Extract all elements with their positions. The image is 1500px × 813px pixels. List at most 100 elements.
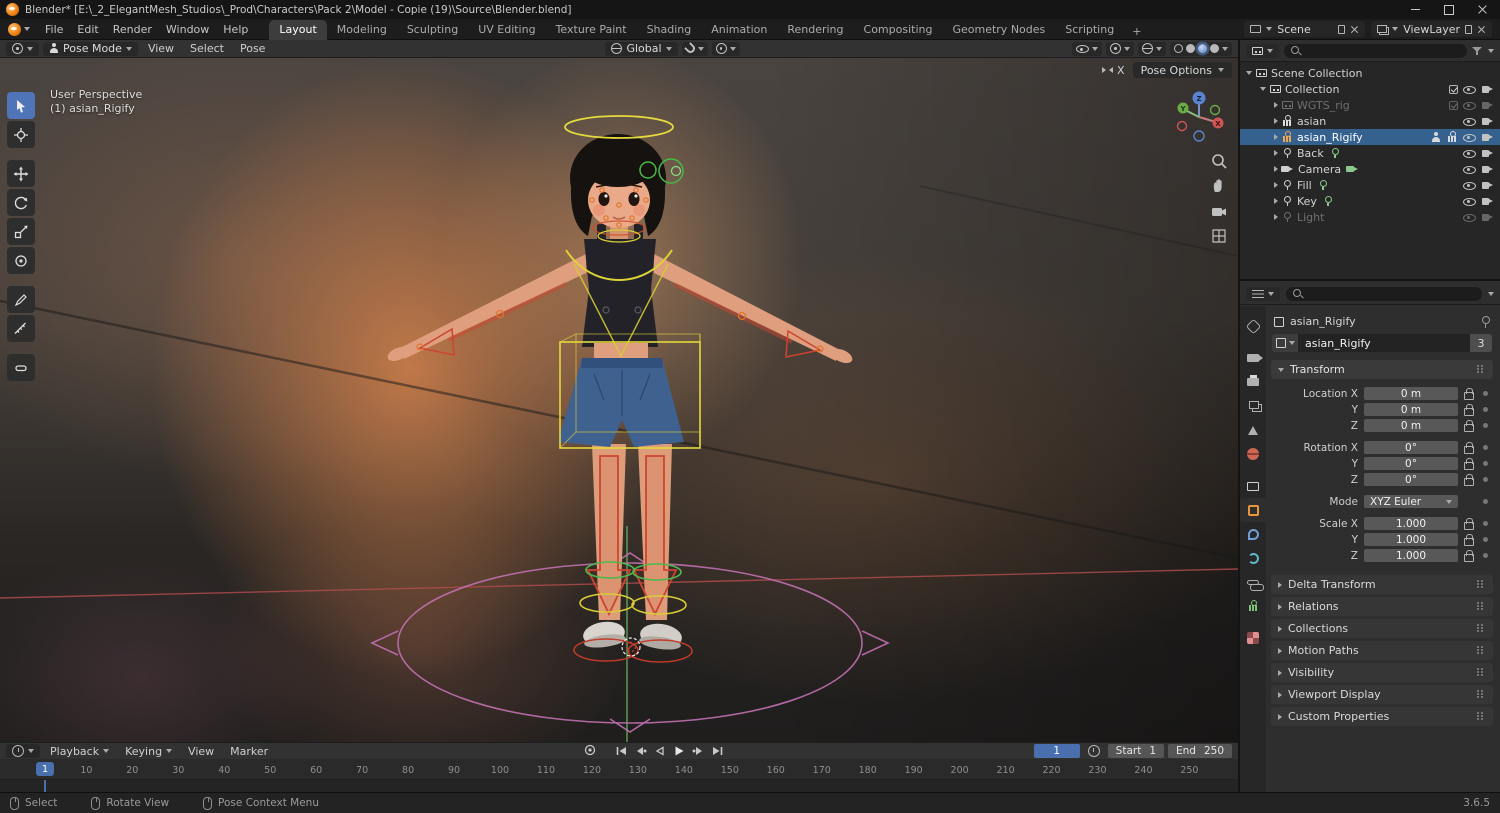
render-camera-icon[interactable] bbox=[1481, 180, 1495, 191]
expand-icon[interactable] bbox=[1246, 71, 1252, 75]
visibility-dropdown[interactable] bbox=[1072, 41, 1102, 56]
tab-uv-editing[interactable]: UV Editing bbox=[468, 20, 545, 40]
new-viewlayer-icon[interactable] bbox=[1465, 24, 1472, 34]
animate-dot[interactable] bbox=[1483, 521, 1488, 526]
menu-keying[interactable]: Keying bbox=[119, 745, 178, 758]
mode-dropdown[interactable]: Pose Mode bbox=[43, 41, 138, 56]
lock-icon[interactable] bbox=[1464, 420, 1474, 432]
tab-world[interactable] bbox=[1240, 442, 1266, 466]
outliner-row-asian[interactable]: asian bbox=[1240, 113, 1500, 129]
timeline-editor-type-button[interactable] bbox=[6, 744, 40, 758]
tab-rendering[interactable]: Rendering bbox=[777, 20, 853, 40]
next-keyframe-button[interactable] bbox=[692, 745, 705, 757]
render-camera-icon[interactable] bbox=[1481, 212, 1495, 223]
previous-keyframe-button[interactable] bbox=[634, 745, 647, 757]
tab-object-data[interactable] bbox=[1240, 594, 1266, 618]
outliner-search-input[interactable] bbox=[1284, 43, 1467, 58]
visibility-eye-icon[interactable] bbox=[1463, 212, 1476, 223]
tab-compositing[interactable]: Compositing bbox=[854, 20, 943, 40]
panel-grip-icon[interactable] bbox=[1476, 602, 1486, 611]
auto-keying-toggle[interactable] bbox=[583, 744, 597, 759]
pan-hand-icon[interactable] bbox=[1210, 177, 1228, 195]
pose-mode-icon[interactable] bbox=[1431, 131, 1441, 143]
location-z-field[interactable]: 0 m bbox=[1364, 418, 1458, 433]
play-reverse-button[interactable] bbox=[653, 745, 666, 757]
editor-type-button[interactable] bbox=[6, 41, 39, 56]
scale-z-field[interactable]: 1.000 bbox=[1364, 548, 1458, 563]
render-camera-icon[interactable] bbox=[1481, 84, 1495, 95]
tab-view-layer[interactable] bbox=[1240, 394, 1266, 418]
tab-render[interactable] bbox=[1240, 346, 1266, 370]
lock-icon[interactable] bbox=[1464, 474, 1474, 486]
expand-icon[interactable] bbox=[1274, 150, 1278, 156]
outliner-row-light[interactable]: Light bbox=[1240, 209, 1500, 225]
outliner-row-wgts-rig[interactable]: WGTS_rig bbox=[1240, 97, 1500, 113]
panel-motion-paths[interactable]: Motion Paths bbox=[1271, 641, 1493, 660]
users-count-badge[interactable]: 3 bbox=[1470, 334, 1492, 352]
timeline-track[interactable] bbox=[0, 780, 1238, 792]
panel-grip-icon[interactable] bbox=[1476, 580, 1486, 589]
menu-view[interactable]: View bbox=[142, 42, 180, 55]
orthographic-grid-icon[interactable] bbox=[1210, 227, 1228, 245]
panel-grip-icon[interactable] bbox=[1476, 365, 1486, 374]
viewport-canvas[interactable] bbox=[0, 58, 1238, 742]
expand-icon[interactable] bbox=[1274, 134, 1278, 140]
panel-grip-icon[interactable] bbox=[1476, 668, 1486, 677]
expand-icon[interactable] bbox=[1274, 198, 1278, 204]
end-frame-field[interactable]: End 250 bbox=[1168, 744, 1233, 758]
visibility-eye-icon[interactable] bbox=[1463, 84, 1476, 95]
camera-view-icon[interactable] bbox=[1210, 202, 1228, 220]
blender-app-menu[interactable] bbox=[0, 22, 38, 36]
lock-icon[interactable] bbox=[1464, 442, 1474, 454]
visibility-eye-icon[interactable] bbox=[1463, 164, 1476, 175]
menu-playback[interactable]: Playback bbox=[44, 745, 115, 758]
object-name-field[interactable]: asian_Rigify bbox=[1298, 334, 1470, 352]
expand-icon[interactable] bbox=[1274, 166, 1278, 172]
visibility-eye-icon[interactable] bbox=[1463, 148, 1476, 159]
menu-file[interactable]: File bbox=[38, 21, 70, 38]
navigation-gizmo[interactable]: Z X Y bbox=[1171, 89, 1227, 145]
panel-grip-icon[interactable] bbox=[1476, 712, 1486, 721]
menu-select[interactable]: Select bbox=[184, 42, 230, 55]
add-workspace-button[interactable]: + bbox=[1124, 23, 1149, 40]
tab-texture-paint[interactable]: Texture Paint bbox=[546, 20, 637, 40]
timeline-ruler[interactable]: 10 20 30 40 50 60 70 80 90 100 110 120 130 140 150 160 1… bbox=[0, 759, 1238, 780]
tab-texture[interactable] bbox=[1240, 626, 1266, 650]
outliner-editor-type-button[interactable] bbox=[1246, 43, 1279, 58]
animate-dot[interactable] bbox=[1483, 423, 1488, 428]
overlays-dropdown[interactable] bbox=[1138, 41, 1166, 56]
transform-tool[interactable] bbox=[7, 247, 35, 274]
play-button[interactable] bbox=[672, 745, 686, 757]
render-camera-icon[interactable] bbox=[1481, 164, 1495, 175]
location-x-field[interactable]: 0 m bbox=[1364, 386, 1458, 401]
3d-viewport[interactable]: User Perspective (1) asian_Rigify X Pose… bbox=[0, 58, 1238, 742]
id-type-button[interactable] bbox=[1272, 334, 1298, 352]
panel-grip-icon[interactable] bbox=[1476, 624, 1486, 633]
rotation-x-field[interactable]: 0° bbox=[1364, 440, 1458, 455]
zoom-icon[interactable] bbox=[1210, 152, 1228, 170]
visibility-eye-icon[interactable] bbox=[1463, 100, 1476, 111]
outliner-row-back[interactable]: Back bbox=[1240, 145, 1500, 161]
animate-dot[interactable] bbox=[1483, 407, 1488, 412]
expand-icon[interactable] bbox=[1274, 214, 1278, 220]
animate-dot[interactable] bbox=[1483, 553, 1488, 558]
proportional-editing-toggle[interactable] bbox=[711, 41, 740, 56]
lock-icon[interactable] bbox=[1464, 458, 1474, 470]
location-y-field[interactable]: 0 m bbox=[1364, 402, 1458, 417]
tab-layout[interactable]: Layout bbox=[269, 19, 327, 40]
pin-icon[interactable] bbox=[1481, 315, 1490, 328]
properties-editor-type-button[interactable] bbox=[1246, 286, 1280, 301]
tab-constraints[interactable] bbox=[1240, 570, 1266, 594]
visibility-eye-icon[interactable] bbox=[1463, 116, 1476, 127]
tab-output[interactable] bbox=[1240, 370, 1266, 394]
panel-grip-icon[interactable] bbox=[1476, 690, 1486, 699]
render-camera-icon[interactable] bbox=[1481, 100, 1495, 111]
expand-icon[interactable] bbox=[1274, 102, 1278, 108]
scene-selector[interactable]: Scene bbox=[1244, 21, 1366, 37]
animate-dot[interactable] bbox=[1483, 445, 1488, 450]
rotation-z-field[interactable]: 0° bbox=[1364, 472, 1458, 487]
visibility-eye-icon[interactable] bbox=[1463, 132, 1476, 143]
material-preview-shading-button[interactable] bbox=[1198, 44, 1207, 53]
solid-shading-button[interactable] bbox=[1186, 44, 1195, 53]
panel-visibility[interactable]: Visibility bbox=[1271, 663, 1493, 682]
